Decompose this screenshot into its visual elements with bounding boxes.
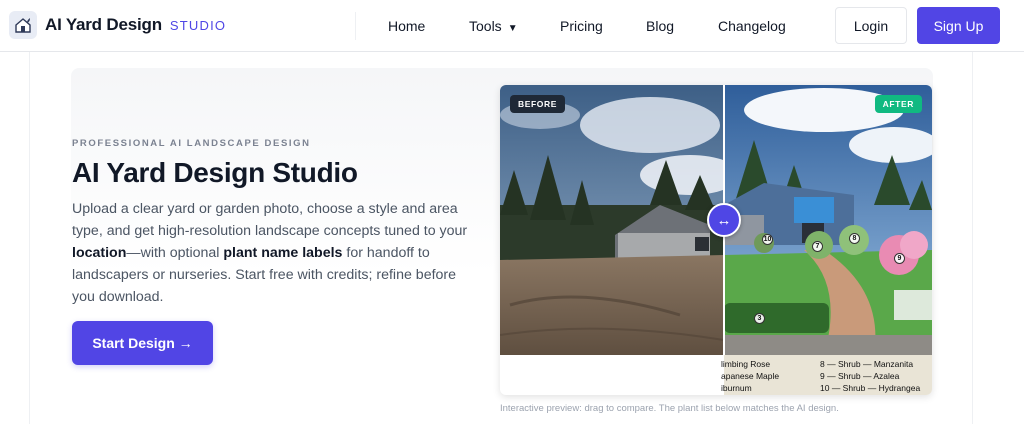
top-navbar: AI Yard Design STUDIO Home Tools ▼ Pricin…	[0, 0, 1024, 52]
header-divider	[355, 12, 356, 40]
plant-marker: 7	[812, 241, 823, 252]
page-title: AI Yard Design Studio	[72, 157, 358, 188]
legend-item: apanese Maple	[721, 371, 780, 381]
preview-caption: Interactive preview: drag to compare. Th…	[500, 403, 839, 414]
plant-marker: 3	[754, 313, 765, 324]
legend-right-column: 8 — Shrub — Manzanita 9 — Shrub — Azalea…	[820, 358, 920, 394]
nav-tools-label: Tools	[469, 18, 502, 34]
brand-sub: STUDIO	[169, 17, 227, 33]
chevron-down-icon: ▼	[507, 23, 518, 34]
plant-marker: 9	[894, 253, 905, 264]
plant-marker: 10	[762, 234, 773, 245]
legend-item: iburnum	[721, 383, 752, 393]
nav-pricing[interactable]: Pricing	[560, 18, 603, 34]
after-image: 10 7 8 9 3	[724, 85, 932, 395]
nav-tools[interactable]: Tools ▼	[469, 18, 518, 34]
legend-left-column: limbing Rose apanese Maple iburnum	[721, 358, 779, 394]
before-image	[500, 85, 724, 355]
desc-bold-labels: plant name labels	[223, 245, 343, 261]
arrows-horizontal-icon[interactable]: ↔	[707, 203, 741, 237]
after-badge: AFTER	[874, 95, 922, 113]
desc-text-2: —with optional	[126, 245, 224, 261]
legend-item: limbing Rose	[721, 359, 771, 369]
nav-blog[interactable]: Blog	[646, 18, 674, 34]
legend-item: 8 — Shrub — Manzanita	[820, 359, 914, 369]
legend-item: 9 — Shrub — Azalea	[820, 371, 900, 381]
desc-text-1: Upload a clear yard or garden photo, cho…	[72, 201, 468, 239]
before-after-preview[interactable]: 10 7 8 9 3 limbing Rose apanese Maple ib…	[500, 85, 932, 395]
plant-marker: 8	[849, 233, 860, 244]
nav-changelog[interactable]: Changelog	[718, 18, 786, 34]
house-plant-icon	[9, 11, 37, 39]
desc-bold-location: location	[72, 245, 127, 261]
hero-eyebrow: PROFESSIONAL AI LANDSCAPE DESIGN	[72, 138, 311, 149]
login-button[interactable]: Login	[835, 7, 907, 44]
brand-name: AI Yard Design	[45, 15, 162, 34]
nav-home[interactable]: Home	[388, 18, 425, 34]
brand-logo[interactable]: AI Yard Design STUDIO	[9, 11, 226, 39]
legend-item: 10 — Shrub — Hydrangea	[820, 383, 921, 393]
signup-button[interactable]: Sign Up	[917, 7, 1000, 44]
start-design-button[interactable]: Start Design →	[72, 321, 213, 365]
plant-legend: limbing Rose apanese Maple iburnum 8 — S…	[721, 355, 932, 395]
hero-description: Upload a clear yard or garden photo, cho…	[72, 198, 482, 308]
before-badge: BEFORE	[510, 95, 566, 113]
